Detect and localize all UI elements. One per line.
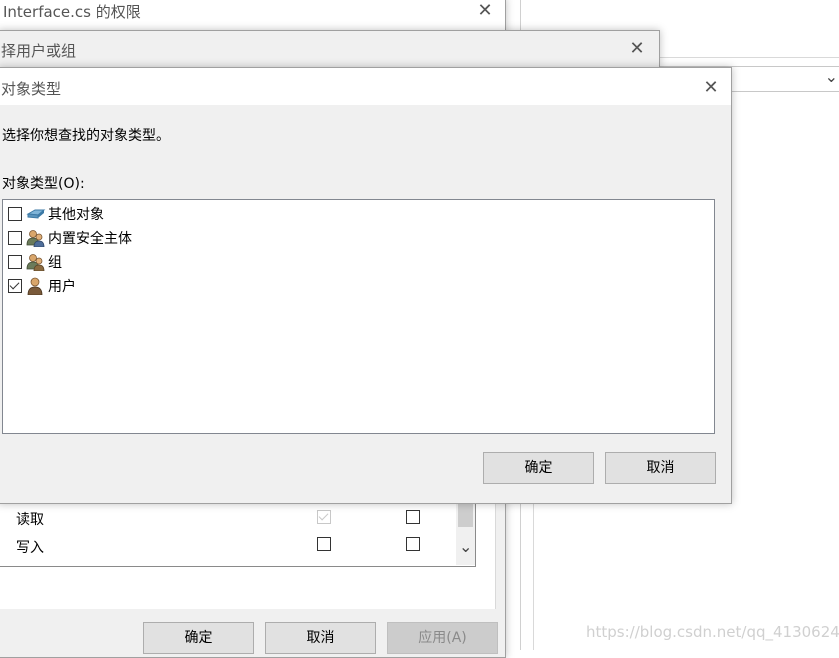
scroll-down-icon[interactable]: ⌄ bbox=[459, 537, 472, 556]
permission-list-scrollbar[interactable]: ⌄ bbox=[456, 499, 475, 565]
permission-deny-write-checkbox[interactable] bbox=[406, 537, 420, 551]
list-item-label: 组 bbox=[48, 255, 62, 271]
permissions-cancel-button[interactable]: 取消 bbox=[265, 622, 376, 654]
object-type-list[interactable]: 其他对象 内置安全主体 组 用户 bbox=[2, 199, 715, 434]
list-item-label: 其他对象 bbox=[48, 207, 104, 223]
other-objects-icon bbox=[26, 209, 46, 219]
permission-name: 读取 bbox=[16, 512, 44, 528]
builtin-security-principal-icon bbox=[26, 230, 45, 247]
select-users-title: 择用户或组 bbox=[1, 42, 77, 60]
object-types-titlebar: 对象类型 ✕ bbox=[0, 68, 731, 105]
object-types-close-button[interactable]: ✕ bbox=[699, 76, 723, 100]
group-checkbox[interactable] bbox=[8, 255, 22, 269]
permission-name: 写入 bbox=[16, 540, 44, 556]
watermark-text: https://blog.csdn.net/qq_41306240 bbox=[586, 623, 839, 641]
permissions-ok-button[interactable]: 确定 bbox=[143, 622, 254, 654]
list-item[interactable]: 其他对象 bbox=[8, 203, 104, 225]
select-users-titlebar: 择用户或组 ✕ bbox=[0, 31, 659, 67]
permissions-title: Interface.cs 的权限 bbox=[3, 3, 141, 21]
instruction-text: 选择你想查找的对象类型。 bbox=[2, 128, 170, 144]
permission-list: 读取 写入 ⌄ bbox=[0, 499, 476, 567]
permission-deny-read-checkbox[interactable] bbox=[406, 510, 420, 524]
list-item-label: 用户 bbox=[48, 279, 76, 295]
list-item[interactable]: 组 bbox=[8, 251, 62, 273]
select-users-close-button[interactable]: ✕ bbox=[625, 37, 649, 61]
group-icon bbox=[26, 254, 45, 271]
user-icon bbox=[27, 277, 43, 295]
permissions-apply-button: 应用(A) bbox=[387, 622, 498, 654]
other-objects-checkbox[interactable] bbox=[8, 207, 22, 221]
chevron-down-icon: ⌄ bbox=[824, 67, 838, 86]
list-label: 对象类型(O): bbox=[2, 176, 85, 192]
object-types-dialog: 对象类型 ✕ 选择你想查找的对象类型。 对象类型(O): 其他对象 内置安全主体 bbox=[0, 67, 732, 504]
object-types-ok-button[interactable]: 确定 bbox=[483, 452, 594, 484]
builtin-security-principal-checkbox[interactable] bbox=[8, 231, 22, 245]
object-types-cancel-button[interactable]: 取消 bbox=[605, 452, 716, 484]
list-item[interactable]: 用户 bbox=[8, 275, 76, 297]
user-checkbox[interactable] bbox=[8, 279, 22, 293]
object-types-title: 对象类型 bbox=[1, 80, 62, 98]
list-item-label: 内置安全主体 bbox=[48, 231, 132, 247]
list-item[interactable]: 内置安全主体 bbox=[8, 227, 132, 249]
select-users-window: 择用户或组 ✕ bbox=[0, 30, 660, 68]
permission-allow-write-checkbox[interactable] bbox=[317, 537, 331, 551]
permissions-close-button[interactable]: ✕ bbox=[473, 0, 497, 23]
permission-allow-read-checkbox bbox=[317, 510, 331, 524]
